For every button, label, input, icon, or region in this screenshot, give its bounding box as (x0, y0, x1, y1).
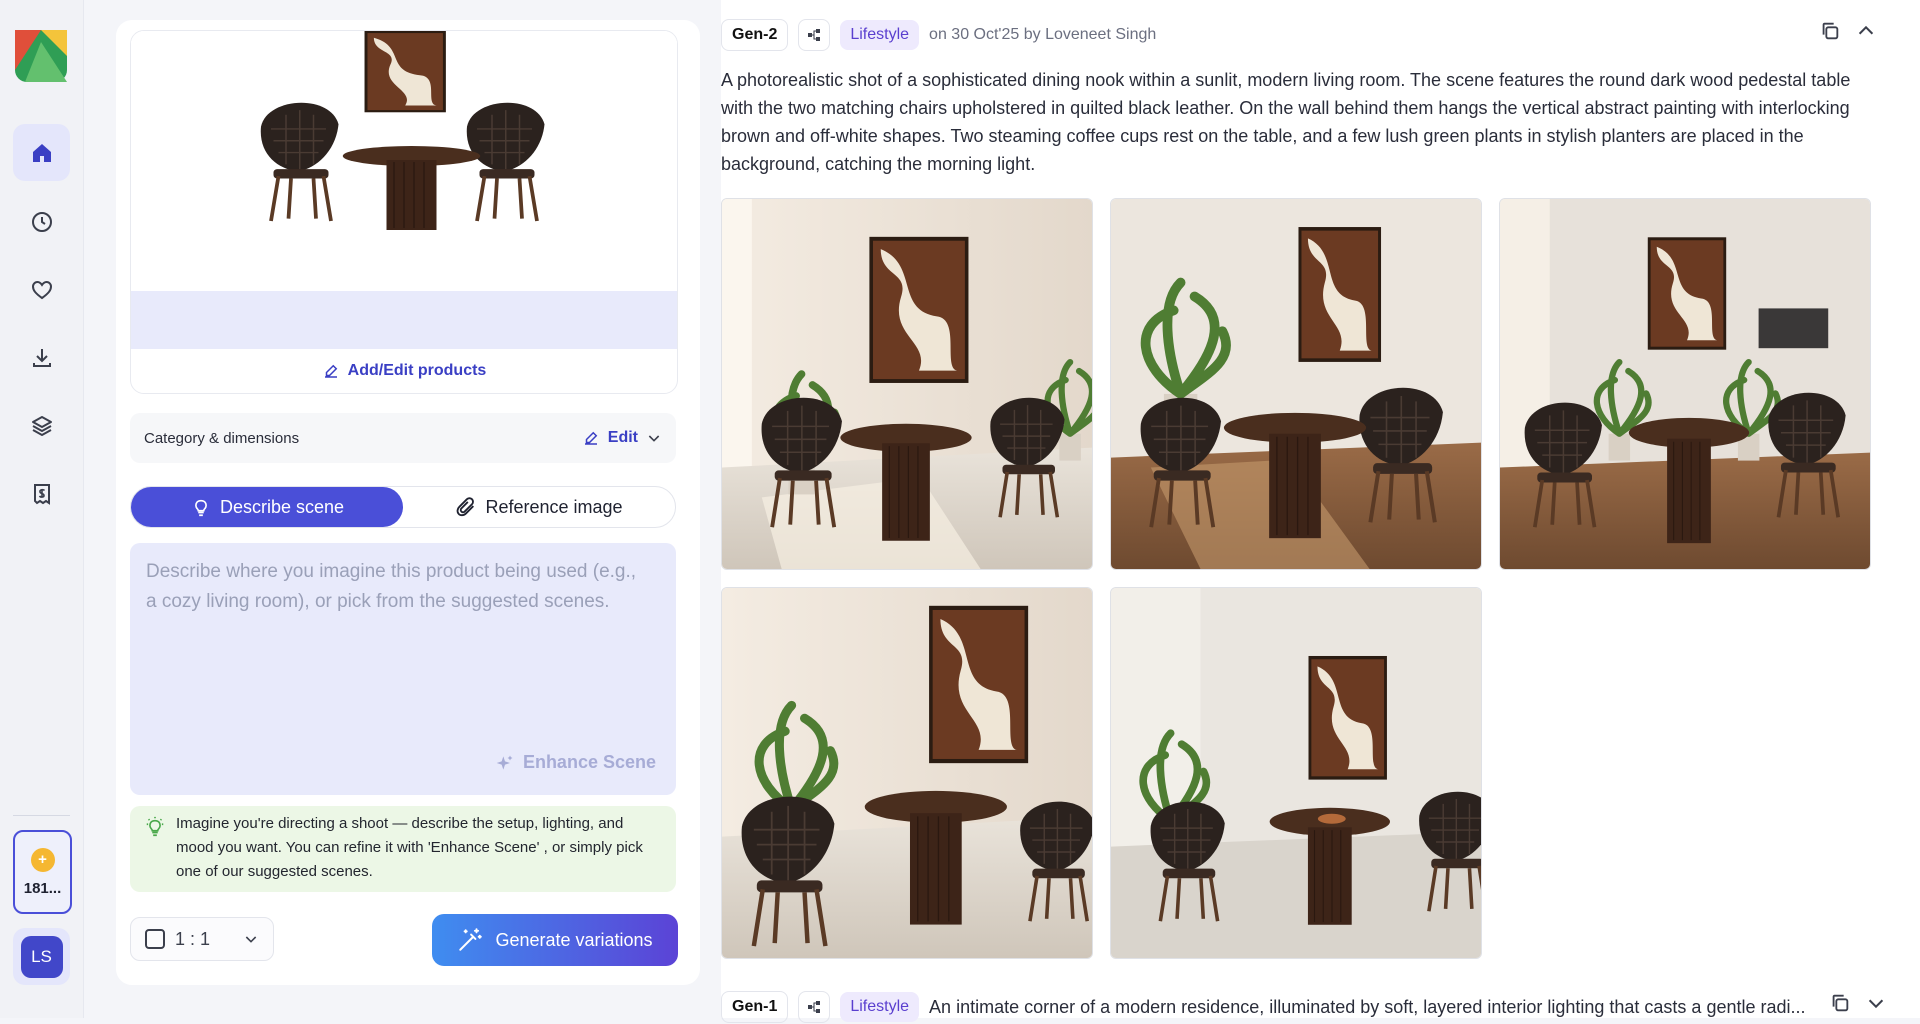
credits-count: 181... (23, 879, 62, 897)
sparkle-icon (496, 755, 513, 770)
generated-image-5[interactable] (1110, 587, 1482, 959)
product-link-button[interactable] (798, 19, 831, 51)
tip-box: Imagine you're directing a shoot — descr… (130, 806, 676, 892)
create-panel: Add/Edit products Category & dimensions … (116, 20, 700, 985)
lightbulb-icon (195, 499, 207, 517)
generation-meta: on 30 Oct'25 by Loveneet Singh (929, 26, 1157, 43)
generation-description: An intimate corner of a modern residence… (929, 996, 1806, 1017)
tip-text: Imagine you're directing a shoot — descr… (176, 815, 643, 880)
coin-icon: + (30, 847, 55, 872)
edit-icon (584, 431, 598, 445)
copy-icon[interactable] (1819, 20, 1841, 42)
generations-feed: Gen-2 Lifestyle on 30 Oct'25 by Loveneet… (721, 0, 1920, 1023)
generate-variations-button[interactable]: Generate variations (432, 914, 678, 966)
aspect-ratio-value: 1 : 1 (175, 928, 211, 949)
nav-billing[interactable] (13, 465, 70, 522)
aspect-ratio-select[interactable]: 1 : 1 (130, 917, 274, 961)
chevron-down-icon[interactable] (1865, 992, 1887, 1014)
generation-description: A photorealistic shot of a sophisticated… (721, 70, 1851, 174)
nav-home[interactable] (13, 124, 70, 181)
chevron-down-icon (648, 435, 660, 442)
copy-icon[interactable] (1829, 992, 1851, 1014)
product-card: Add/Edit products (130, 30, 678, 394)
enhance-scene-button[interactable]: Enhance Scene (495, 752, 656, 773)
generated-image-1[interactable] (721, 198, 1093, 570)
nav-history[interactable] (13, 193, 70, 250)
layers-icon (31, 415, 52, 436)
lightbulb-icon (146, 816, 164, 837)
product-thumbnail-strip (131, 291, 677, 349)
tab-reference-image[interactable]: Reference image (403, 487, 675, 527)
category-edit-label: Edit (607, 429, 638, 446)
history-icon (31, 211, 52, 232)
gen-1-header: Gen-1 Lifestyle An intimate corner of a … (721, 990, 1901, 1024)
generation-tag: Gen-2 (721, 19, 789, 51)
chevron-down-icon (245, 936, 257, 943)
chevron-up-icon[interactable] (1855, 20, 1877, 42)
square-ratio-icon (145, 929, 165, 949)
edit-icon (324, 364, 337, 378)
home-icon (32, 143, 51, 162)
rail-divider (13, 815, 70, 816)
credits-badge[interactable]: + 181... (13, 830, 72, 914)
add-edit-products-label: Add/Edit products (347, 362, 487, 379)
user-menu[interactable]: LS (13, 928, 70, 985)
avatar: LS (20, 935, 63, 978)
category-badge: Lifestyle (840, 20, 920, 50)
generated-image-2[interactable] (1110, 198, 1482, 570)
add-edit-products-button[interactable]: Add/Edit products (131, 349, 677, 393)
gen-1-actions (1829, 992, 1887, 1014)
app-logo[interactable] (15, 30, 67, 82)
generation-tag: Gen-1 (721, 991, 789, 1023)
magic-wand-icon (459, 928, 483, 951)
generated-image-4[interactable] (721, 587, 1093, 959)
tab-describe-scene[interactable]: Describe scene (131, 487, 403, 527)
nav-layers[interactable] (13, 397, 70, 454)
download-icon (32, 348, 51, 367)
tab-reference-image-label: Reference image (485, 496, 623, 517)
scene-description-box: Enhance Scene (130, 543, 676, 795)
category-dimensions-row: Category & dimensions Edit (130, 413, 676, 463)
nav-favorites[interactable] (13, 261, 70, 318)
nodes-icon (808, 29, 821, 41)
generate-variations-label: Generate variations (495, 929, 653, 950)
category-dimensions-label: Category & dimensions (144, 429, 300, 447)
generated-image-3[interactable] (1499, 198, 1871, 570)
scene-description-input[interactable] (144, 555, 648, 709)
product-link-button[interactable] (798, 991, 831, 1023)
enhance-scene-label: Enhance Scene (522, 752, 656, 772)
tab-describe-scene-label: Describe scene (219, 496, 345, 517)
paperclip-icon (457, 497, 475, 517)
gen-2-header: Gen-2 Lifestyle on 30 Oct'25 by Loveneet… (721, 18, 1891, 52)
billing-icon (33, 483, 50, 505)
nodes-icon (808, 1001, 821, 1013)
nav-downloads[interactable] (13, 329, 70, 386)
product-preview-image (131, 31, 677, 291)
nav-rail: + 181... LS (0, 0, 84, 1018)
heart-icon (31, 280, 52, 299)
scene-mode-tabs: Describe scene Reference image (130, 486, 676, 528)
gen-2-actions (1819, 20, 1877, 42)
category-edit-button[interactable]: Edit (582, 429, 662, 447)
